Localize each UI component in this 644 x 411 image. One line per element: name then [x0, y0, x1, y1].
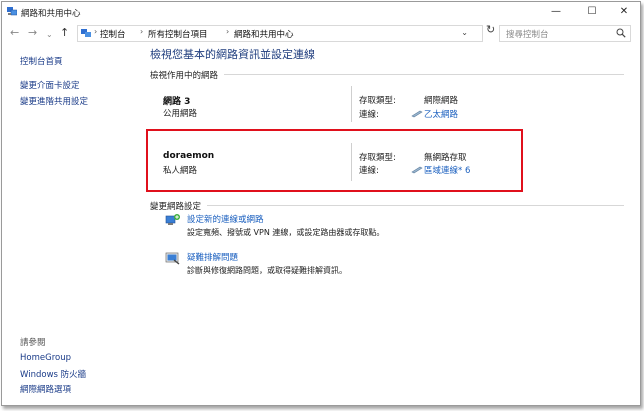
see-also-firewall[interactable]: Windows 防火牆 — [20, 368, 86, 380]
sidebar-link-advanced-sharing[interactable]: 變更進階共用設定 — [20, 95, 88, 107]
minimize-button[interactable]: — — [542, 4, 570, 20]
column-divider — [351, 86, 352, 122]
sidebar-link-adapter-settings[interactable]: 變更介面卡設定 — [20, 79, 80, 91]
search-icon[interactable] — [616, 28, 626, 38]
setup-connection-link[interactable]: 設定新的連線或網路 — [187, 213, 264, 225]
access-type-value: 網際網路 — [424, 96, 459, 106]
divider — [224, 74, 624, 75]
maximize-button[interactable]: ☐ — [578, 4, 606, 20]
title-bar[interactable]: 網路和共用中心 — ☐ ✕ — [2, 2, 640, 22]
search-box[interactable]: 搜尋控制台 — [499, 25, 631, 42]
forward-arrow-icon[interactable]: → — [28, 26, 37, 40]
connection-label: 連線: — [359, 110, 379, 120]
see-also-header: 請參閱 — [20, 338, 46, 348]
close-button[interactable]: ✕ — [610, 4, 638, 20]
active-networks-header: 檢視作用中的網路 — [150, 71, 219, 81]
network-category[interactable]: 公用網路 — [163, 107, 197, 119]
navigation-bar: ← → ⌄ ↑ › 控制台 › 所有控制台項目 › 網路和共用中心 ⌄ ↻ 搜尋… — [2, 22, 640, 44]
window: 網路和共用中心 — ☐ ✕ ← → ⌄ ↑ › 控制台 › 所有控制台項目 › … — [1, 1, 641, 406]
connection-link-ethernet[interactable]: 乙太網路 — [424, 108, 458, 120]
troubleshoot-desc: 診斷與修復網路問題，或取得疑難排解資訊。 — [187, 266, 347, 275]
divider — [207, 205, 624, 206]
page-title: 檢視您基本的網路資訊並設定連線 — [150, 48, 315, 61]
search-input[interactable]: 搜尋控制台 — [506, 28, 549, 40]
address-bar[interactable]: › 控制台 › 所有控制台項目 › 網路和共用中心 ⌄ — [77, 25, 483, 42]
breadcrumb-network-center[interactable]: 網路和共用中心 — [234, 28, 294, 40]
chevron-right-icon[interactable]: › — [140, 27, 143, 36]
troubleshoot-icon — [165, 252, 180, 265]
control-panel-icon — [81, 29, 91, 37]
back-arrow-icon[interactable]: ← — [10, 26, 19, 40]
refresh-button[interactable]: ↻ — [486, 23, 495, 36]
window-title: 網路和共用中心 — [21, 9, 81, 19]
change-settings-header: 變更網路設定 — [150, 202, 202, 212]
sidebar-link-control-panel-home[interactable]: 控制台首頁 — [20, 55, 63, 67]
new-connection-icon — [165, 214, 180, 225]
chevron-right-icon[interactable]: › — [94, 27, 97, 36]
chevron-down-icon[interactable]: ⌄ — [46, 28, 53, 42]
network-name: 網路 3 — [163, 97, 191, 107]
chevron-right-icon[interactable]: › — [226, 27, 229, 36]
access-type-label: 存取類型: — [359, 96, 396, 106]
address-dropdown-icon[interactable]: ⌄ — [461, 28, 468, 37]
highlight-box — [146, 129, 523, 192]
up-arrow-icon[interactable]: ↑ — [60, 26, 69, 40]
setup-connection-desc: 設定寬頻、撥號或 VPN 連線，或設定路由器或存取點。 — [187, 228, 385, 237]
see-also-internet-options[interactable]: 網際網路選項 — [20, 383, 71, 395]
troubleshoot-link[interactable]: 疑難排解問題 — [187, 251, 238, 263]
network-center-icon — [7, 7, 17, 16]
breadcrumb-all-items[interactable]: 所有控制台項目 — [148, 28, 208, 40]
ethernet-icon — [411, 110, 423, 118]
breadcrumb-control-panel[interactable]: 控制台 — [100, 28, 126, 40]
see-also-homegroup[interactable]: HomeGroup — [20, 353, 71, 363]
